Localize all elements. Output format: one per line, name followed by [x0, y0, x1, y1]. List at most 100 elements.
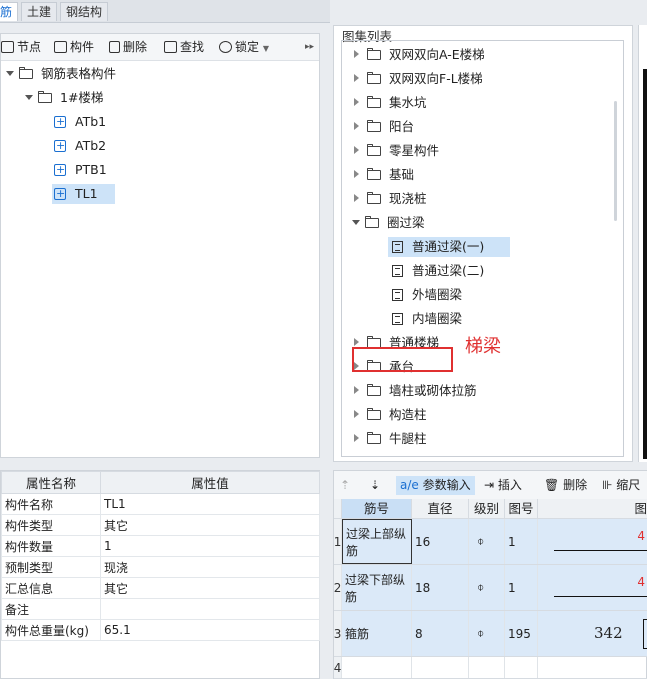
- lock-icon: [219, 41, 232, 53]
- tree-item[interactable]: PTB1: [54, 160, 113, 180]
- prop-name: 预制类型: [1, 556, 101, 578]
- node-icon: [1, 41, 14, 53]
- prop-value[interactable]: 其它: [100, 514, 320, 536]
- grade-cell[interactable]: [469, 657, 505, 678]
- atlas-item[interactable]: 双网双向A-E楼梯: [354, 45, 485, 65]
- col-header-figure[interactable]: 图号: [505, 499, 538, 519]
- tree-root[interactable]: 钢筋表格构件: [6, 64, 116, 84]
- table-row[interactable]: 4: [334, 657, 647, 679]
- prop-value[interactable]: TL1: [100, 493, 320, 515]
- param-icon: a/e: [400, 478, 419, 492]
- atlas-panel: 图集列表 双网双向A-E楼梯 双网双向F-L楼梯 集水坑 阳台 零星构件 基础 …: [333, 25, 633, 462]
- grade-cell[interactable]: ⌽: [469, 611, 505, 656]
- prop-value[interactable]: 现浇: [100, 556, 320, 578]
- insert-button[interactable]: ⇥ 插入: [484, 476, 522, 495]
- bar-name-cell[interactable]: [342, 657, 412, 678]
- atlas-item[interactable]: 集水坑: [354, 93, 427, 113]
- component-item-icon: [54, 112, 66, 132]
- expand-icon[interactable]: ▸▸: [305, 38, 314, 56]
- tree-item[interactable]: ATb1: [54, 112, 112, 132]
- prop-value[interactable]: 1: [100, 535, 320, 557]
- col-header-diameter[interactable]: 直径(mm): [412, 499, 469, 536]
- atlas-child[interactable]: 内墙圈梁: [392, 309, 462, 329]
- diameter-cell[interactable]: 18: [412, 565, 469, 610]
- figure-cell[interactable]: 1: [505, 519, 538, 564]
- atlas-child[interactable]: 外墙圈梁: [392, 285, 462, 305]
- atlas-item[interactable]: 零星构件: [354, 141, 439, 161]
- prop-name: 构件名称: [1, 493, 101, 515]
- bar-name-cell[interactable]: 过梁下部纵筋: [342, 565, 412, 610]
- atlas-child-selected[interactable]: 普通过梁(一): [388, 237, 510, 257]
- prop-value[interactable]: [100, 598, 320, 620]
- col-header-bar[interactable]: 筋号: [342, 499, 412, 519]
- atlas-item[interactable]: 阳台: [354, 117, 414, 137]
- highlight-box: [352, 347, 453, 372]
- tree-item-selected[interactable]: TL1: [52, 184, 115, 204]
- diameter-cell[interactable]: 8: [412, 611, 469, 656]
- folder-icon: [367, 168, 381, 180]
- table-row[interactable]: 备注: [1, 598, 320, 620]
- prop-value[interactable]: 其它: [100, 577, 320, 599]
- table-row[interactable]: 构件总重量(kg) 65.1: [1, 619, 320, 641]
- tab-civil[interactable]: 土建: [21, 2, 58, 21]
- move-up-icon[interactable]: ⇡: [340, 476, 350, 495]
- table-row[interactable]: 汇总信息 其它: [1, 577, 320, 599]
- atlas-scrollbar[interactable]: [614, 101, 617, 221]
- prop-name: 构件类型: [1, 514, 101, 536]
- collapsed-caret-icon: [354, 170, 359, 178]
- scale-button[interactable]: ⊪ 缩尺: [602, 476, 640, 495]
- figure-cell[interactable]: 195: [505, 611, 538, 656]
- row-number: 4: [334, 657, 342, 678]
- delete-button[interactable]: 删除: [109, 38, 147, 56]
- table-row[interactable]: 预制类型 现浇: [1, 556, 320, 578]
- col-header-shape[interactable]: 图: [538, 499, 647, 519]
- atlas-item[interactable]: 双网双向F-L楼梯: [354, 69, 483, 89]
- find-button[interactable]: 查找: [164, 38, 204, 56]
- folder-icon: [367, 120, 381, 132]
- tree-item[interactable]: ATb2: [54, 136, 112, 156]
- tab-steel[interactable]: 钢结构: [60, 2, 109, 21]
- collapsed-caret-icon: [354, 98, 359, 106]
- diameter-cell[interactable]: [412, 657, 469, 678]
- bar-name-cell[interactable]: 过梁上部纵筋: [342, 519, 412, 564]
- delete-row-button[interactable]: 🗑 删除: [544, 476, 587, 495]
- prop-name: 汇总信息: [1, 577, 101, 599]
- move-down-icon[interactable]: ⇣: [370, 476, 380, 495]
- table-row[interactable]: 2 过梁下部纵筋 18 ⌽ 1 4: [334, 565, 647, 611]
- table-row[interactable]: 构件名称 TL1: [1, 493, 320, 515]
- grade-cell[interactable]: ⌽: [469, 519, 505, 564]
- table-row[interactable]: 构件类型 其它: [1, 514, 320, 536]
- table-row[interactable]: 构件数量 1: [1, 535, 320, 557]
- shape-cell: 4: [538, 565, 647, 610]
- figure-cell[interactable]: 1: [505, 565, 538, 610]
- prop-value[interactable]: 65.1: [100, 619, 320, 641]
- col-header-grade[interactable]: 级别: [469, 499, 505, 519]
- lock-dropdown[interactable]: 锁定 ▼: [219, 38, 269, 56]
- atlas-tree: 双网双向A-E楼梯 双网双向F-L楼梯 集水坑 阳台 零星构件 基础 现浇桩 圈…: [341, 40, 624, 457]
- document-icon: [392, 289, 403, 301]
- atlas-child[interactable]: 普通过梁(二): [392, 261, 484, 281]
- folder-icon: [367, 144, 381, 156]
- table-row[interactable]: 3 箍筋 8 ⌽ 195 342: [334, 611, 647, 657]
- tab-rebar[interactable]: 筋: [0, 2, 19, 21]
- atlas-item[interactable]: 现浇桩: [354, 189, 427, 209]
- atlas-item[interactable]: 构造柱: [354, 405, 427, 425]
- bar-name-cell[interactable]: 箍筋: [342, 611, 412, 656]
- grade-cell[interactable]: ⌽: [469, 565, 505, 610]
- folder-icon: [367, 72, 381, 84]
- table-row[interactable]: 1 过梁上部纵筋 16 ⌽ 1 4: [334, 519, 647, 565]
- bar-shape-line: [554, 596, 647, 597]
- property-table: 属性名称 属性值 构件名称 TL1 构件类型 其它 构件数量 1 预制类型 现浇 汇总信…: [1, 471, 320, 641]
- add-component-button[interactable]: 构件: [54, 38, 94, 56]
- tree-node-stair[interactable]: 1#楼梯: [25, 88, 103, 108]
- atlas-item[interactable]: 基础: [354, 165, 414, 185]
- atlas-item[interactable]: 牛腿柱: [354, 429, 427, 449]
- atlas-item-expanded[interactable]: 圈过梁: [352, 213, 425, 233]
- atlas-item[interactable]: 墙柱或砌体拉筋: [354, 381, 477, 401]
- prop-name: 构件数量: [1, 535, 101, 557]
- param-input-button[interactable]: a/e 参数输入: [396, 476, 475, 495]
- figure-cell[interactable]: [505, 657, 538, 678]
- collapsed-caret-icon: [354, 386, 359, 394]
- add-node-button[interactable]: 节点: [1, 38, 41, 56]
- diameter-cell[interactable]: 16: [412, 519, 469, 564]
